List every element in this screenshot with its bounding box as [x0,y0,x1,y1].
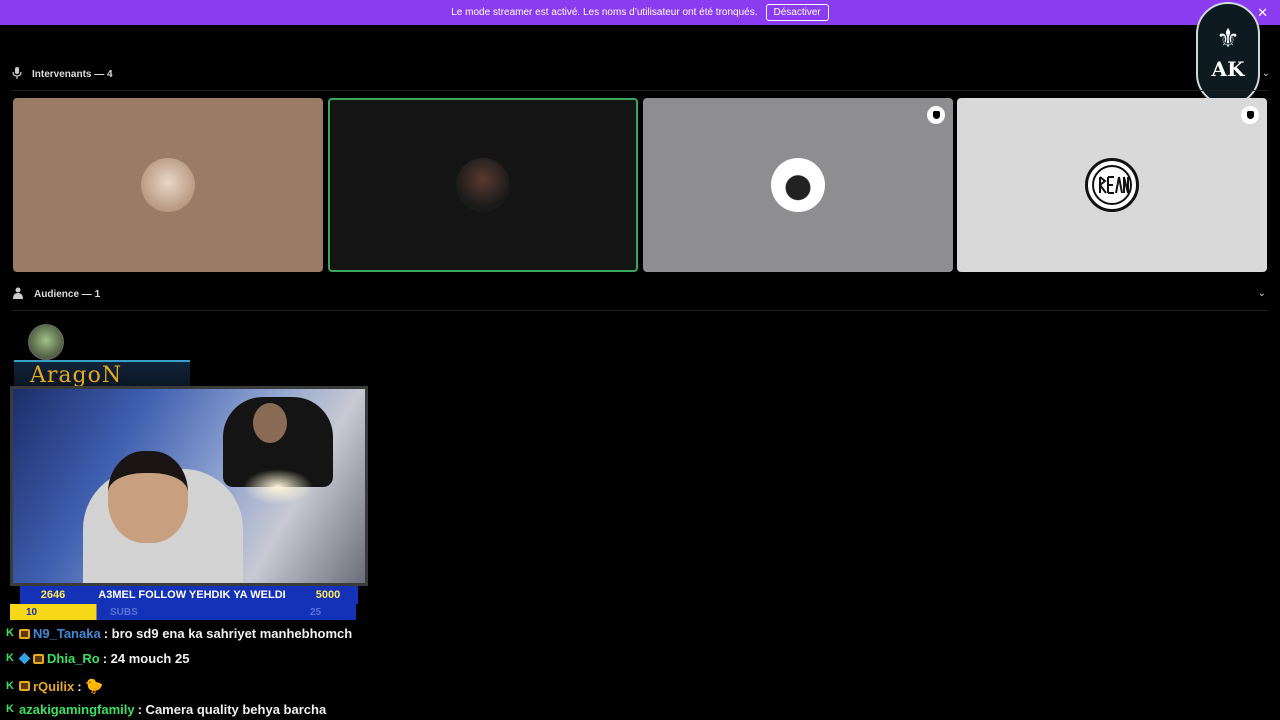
webcam-feed [10,386,368,586]
chat-username: rQuilix [33,678,75,694]
chat-message: K azakigamingfamily : Camera quality beh… [6,702,376,717]
follow-goal-ticker: 2646 A3MEL FOLLOW YEHDIK YA WELDI 5000 1… [6,586,372,622]
kick-badge-icon: K [6,627,14,639]
audience-icon [12,287,24,302]
crown-badge-icon [19,681,30,691]
avatar [1085,158,1139,212]
avatar [141,158,195,212]
crown-badge-icon [19,628,30,639]
chevron-down-icon[interactable]: ⌄ [1262,68,1270,79]
chat-message: K N9_Tanaka : bro sd9 ena ka sahriyet ma… [6,626,376,641]
chat-username: N9_Tanaka [33,626,101,641]
streamer-mode-banner: Le mode streamer est activé. Les noms d’… [0,0,1280,25]
stream-overlay: AragoN 2646 A3MEL FOLLOW YEHDIK YA WELDI… [6,360,372,620]
divider [12,90,1268,91]
streamer-name-plate: AragoN [14,360,190,388]
kick-badge-icon: K [6,652,14,664]
speaker-tile-speaking[interactable] [328,98,638,272]
close-icon[interactable]: ✕ [1257,5,1268,21]
chat-username: azakigamingfamily [19,702,135,717]
phoenix-icon: ⚜ [1216,23,1240,53]
crown-badge-icon [33,653,44,664]
emote-icon: 🐤 [84,678,104,695]
cube-badge-icon [18,652,31,665]
chat-text: : [77,678,82,694]
subs-goal-row: 10 SUBS 25 [10,604,356,620]
subs-text: SUBS [110,606,138,618]
audience-label: Audience — 1 [34,289,101,300]
audience-header[interactable]: Audience — 1 [12,287,100,302]
chat-text: : 24 mouch 25 [102,651,190,666]
chat-text: : bro sd9 ena ka sahriyet manhebhomch [103,626,353,641]
chat-message: K rQuilix : 🐤 [6,677,376,695]
follow-goal: 5000 [315,589,341,601]
subs-count: 10 [26,606,38,618]
banner-text: Le mode streamer est activé. Les noms d’… [451,7,758,18]
avatar [771,158,825,212]
kick-badge-icon: K [6,679,14,692]
followers-count: 2646 [40,589,66,601]
speakers-label: Intervenants — 4 [32,69,113,80]
speaker-tile[interactable] [643,98,953,272]
microphone-icon [12,67,22,82]
speaker-tile[interactable] [957,98,1267,272]
streamer-name: AragoN [30,362,123,388]
chat-text: : Camera quality behya barcha [137,702,327,717]
chat-username: Dhia_Ro [47,651,100,666]
divider [12,310,1268,311]
avatar [456,158,510,212]
kick-badge-icon: K [6,703,14,715]
disable-streamer-mode-button[interactable]: Désactiver [765,4,829,21]
moderator-icon [1241,106,1259,124]
subs-goal: 25 [310,606,322,618]
speaker-tile[interactable] [13,98,323,272]
chevron-down-icon[interactable]: ⌄ [1258,288,1266,299]
moderator-icon [927,106,945,124]
audience-avatar[interactable] [28,324,64,360]
logo-monogram: AK [1211,57,1245,81]
chat-message: K Dhia_Ro : 24 mouch 25 [6,651,376,666]
speakers-header[interactable]: Intervenants — 4 [12,67,113,82]
follow-text: A3MEL FOLLOW YEHDIK YA WELDI [98,589,286,601]
follow-goal-row: 2646 A3MEL FOLLOW YEHDIK YA WELDI 5000 [20,586,358,604]
